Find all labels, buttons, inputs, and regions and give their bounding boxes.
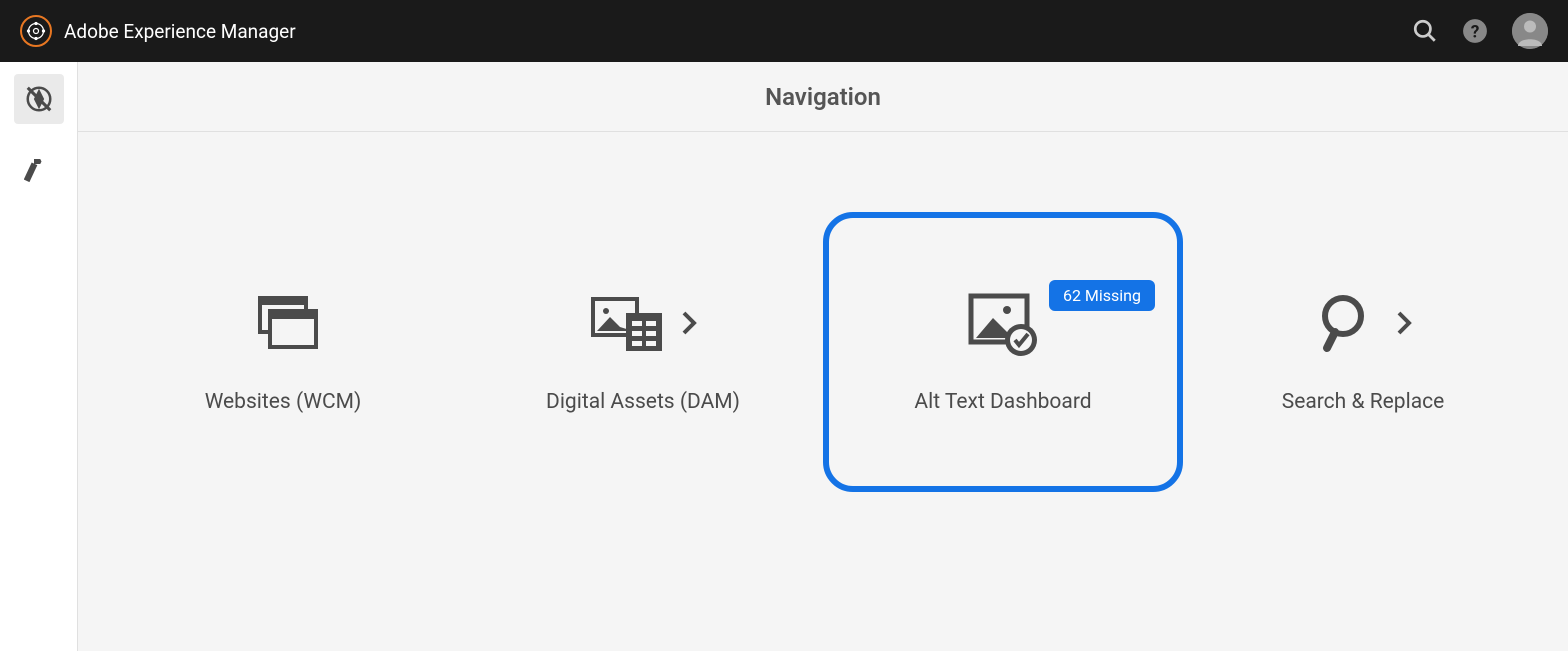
tile-alt-text-label: Alt Text Dashboard xyxy=(914,390,1091,414)
tile-digital-assets-label: Digital Assets (DAM) xyxy=(546,390,740,414)
rail-navigation-icon[interactable] xyxy=(14,74,64,124)
aem-logo-icon[interactable] xyxy=(20,15,52,47)
search-icon[interactable] xyxy=(1412,18,1438,44)
digital-assets-icon xyxy=(588,291,668,360)
rail-tools-icon[interactable] xyxy=(14,144,64,194)
search-replace-icon xyxy=(1313,288,1383,362)
top-bar: Adobe Experience Manager ? xyxy=(0,0,1568,62)
top-bar-right: ? xyxy=(1412,13,1548,49)
app-title[interactable]: Adobe Experience Manager xyxy=(64,20,296,43)
tile-icon-row xyxy=(1313,290,1413,360)
missing-badge: 62 Missing xyxy=(1049,280,1155,311)
tile-websites[interactable]: Websites (WCM) xyxy=(103,212,463,492)
content-area: Navigation Websites (WCM) xyxy=(78,62,1568,651)
page-title: Navigation xyxy=(765,83,881,111)
svg-text:?: ? xyxy=(1471,23,1480,43)
tile-icon-row xyxy=(246,290,321,360)
main-container: Navigation Websites (WCM) xyxy=(0,62,1568,651)
tile-alt-text-dashboard[interactable]: 62 Missing Alt Text Dashboard xyxy=(823,212,1183,492)
tiles-area: Websites (WCM) xyxy=(78,132,1568,651)
tile-search-replace-label: Search & Replace xyxy=(1282,390,1445,414)
help-icon[interactable]: ? xyxy=(1462,18,1488,44)
user-avatar[interactable] xyxy=(1512,13,1548,49)
page-header: Navigation xyxy=(78,62,1568,132)
left-rail xyxy=(0,62,78,651)
tile-search-replace[interactable]: Search & Replace xyxy=(1183,212,1543,492)
alt-text-icon xyxy=(963,288,1043,362)
chevron-right-icon xyxy=(680,309,698,341)
tile-icon-row xyxy=(588,290,698,360)
tile-digital-assets[interactable]: Digital Assets (DAM) xyxy=(463,212,823,492)
top-bar-left: Adobe Experience Manager xyxy=(20,15,296,47)
tile-websites-label: Websites (WCM) xyxy=(205,390,362,414)
chevron-right-icon xyxy=(1395,309,1413,341)
websites-icon xyxy=(246,291,321,360)
tile-icon-row xyxy=(963,290,1043,360)
